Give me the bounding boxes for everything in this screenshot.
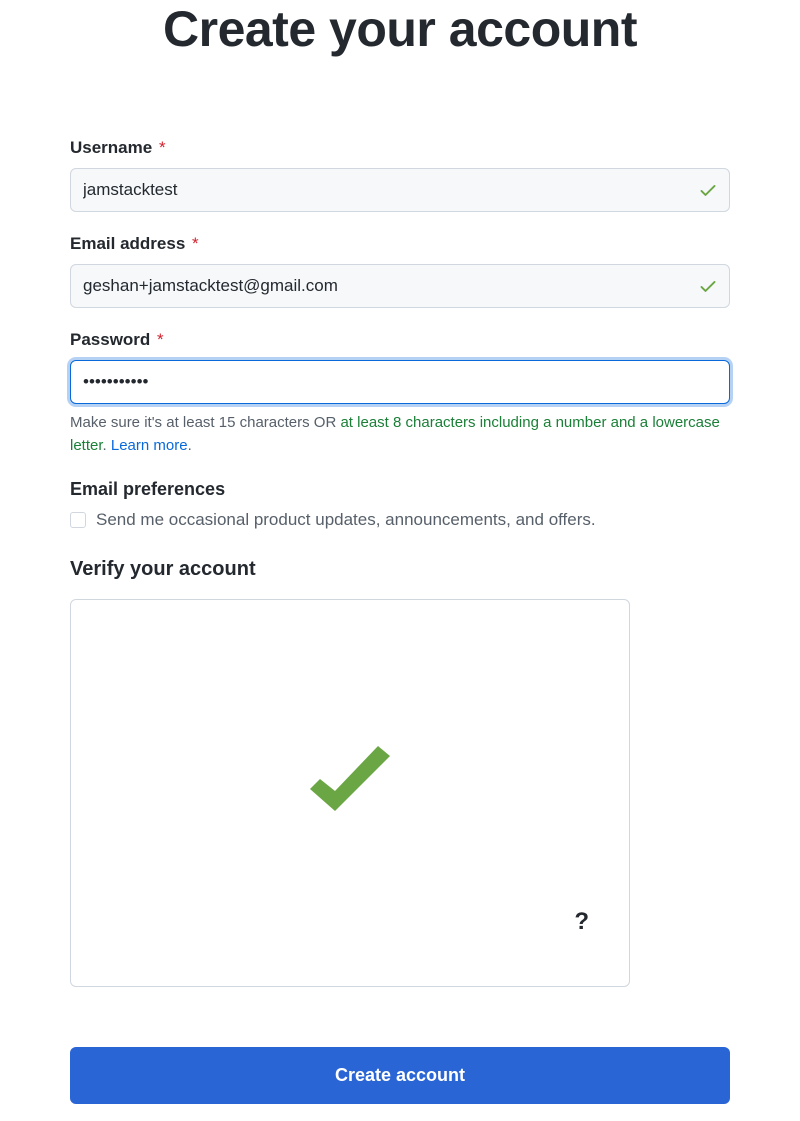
create-account-button[interactable]: Create account (70, 1047, 730, 1104)
password-hint: Make sure it's at least 15 characters OR… (70, 412, 730, 457)
password-label-text: Password (70, 330, 150, 349)
check-icon (300, 741, 400, 826)
page-title: Create your account (70, 0, 730, 58)
password-hint-prefix: Make sure it's at least 15 characters OR (70, 414, 340, 431)
username-input-wrapper (70, 168, 730, 212)
password-hint-trailing: . (188, 437, 192, 454)
required-marker: * (159, 138, 166, 157)
check-icon (698, 276, 718, 296)
required-marker: * (157, 330, 164, 349)
username-group: Username * (70, 138, 730, 212)
password-group: Password * Make sure it's at least 15 ch… (70, 330, 730, 457)
check-icon (698, 180, 718, 200)
password-label: Password * (70, 330, 730, 350)
username-label: Username * (70, 138, 730, 158)
email-input-wrapper (70, 264, 730, 308)
required-marker: * (192, 234, 199, 253)
email-updates-checkbox[interactable] (70, 512, 86, 528)
verify-captcha-box[interactable]: ? (70, 599, 630, 987)
verify-heading: Verify your account (70, 558, 730, 581)
email-input[interactable] (70, 264, 730, 308)
email-label: Email address * (70, 234, 730, 254)
email-label-text: Email address (70, 234, 185, 253)
email-preferences-heading: Email preferences (70, 479, 730, 500)
password-input-wrapper (70, 360, 730, 404)
email-group: Email address * (70, 234, 730, 308)
password-hint-period: . (103, 437, 111, 454)
learn-more-link[interactable]: Learn more (111, 437, 188, 454)
username-input[interactable] (70, 168, 730, 212)
email-preferences-row: Send me occasional product updates, anno… (70, 510, 730, 530)
email-updates-label: Send me occasional product updates, anno… (96, 510, 596, 530)
email-preferences-section: Email preferences Send me occasional pro… (70, 479, 730, 530)
username-label-text: Username (70, 138, 152, 157)
help-icon[interactable]: ? (574, 908, 589, 936)
password-input[interactable] (70, 360, 730, 404)
